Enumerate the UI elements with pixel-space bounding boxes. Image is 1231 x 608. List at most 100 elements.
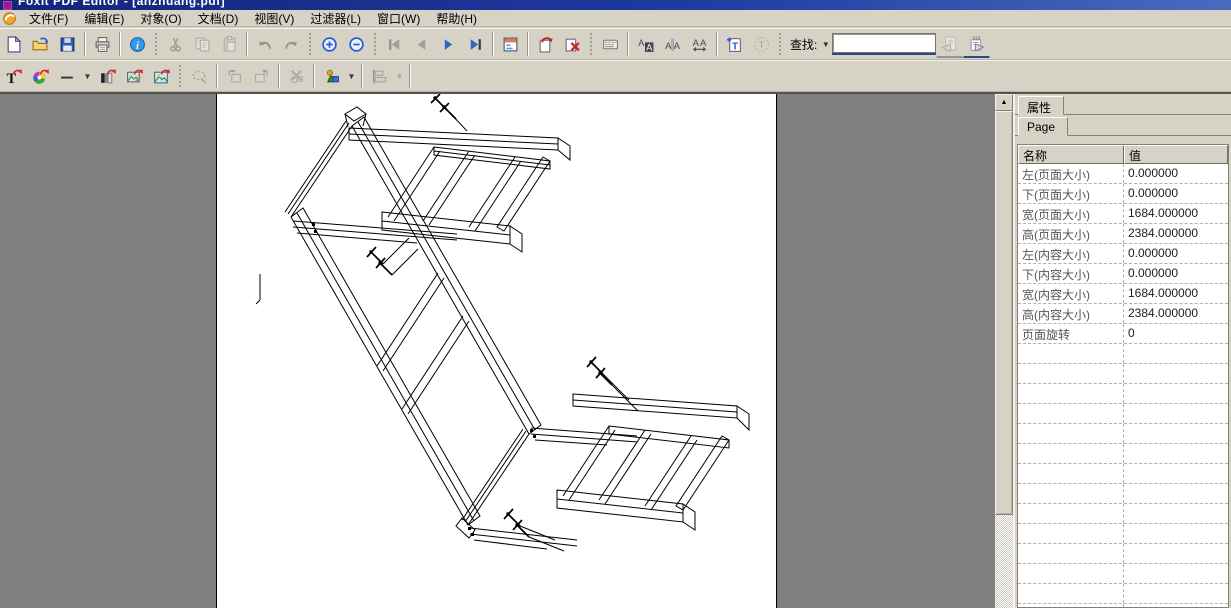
property-value: 0 — [1124, 324, 1228, 343]
bring-forward-button — [221, 63, 248, 89]
property-row[interactable]: 页面旋转0 — [1018, 324, 1228, 344]
find-history-arrow[interactable]: ▼ — [819, 31, 832, 57]
menu-编辑[interactable]: 编辑(E) — [76, 11, 132, 27]
document-menu-icon[interactable] — [2, 11, 17, 26]
property-row[interactable] — [1018, 564, 1228, 584]
property-row[interactable] — [1018, 484, 1228, 504]
tab-page[interactable]: Page — [1018, 117, 1068, 136]
property-row[interactable]: 宽(页面大小)1684.000000 — [1018, 204, 1228, 224]
redo-icon — [283, 36, 300, 53]
page-thumbnails-button[interactable] — [497, 31, 524, 57]
property-row[interactable] — [1018, 604, 1228, 608]
open-document-button[interactable] — [27, 31, 54, 57]
toolbar-drag-handle[interactable] — [589, 32, 594, 56]
line-style-button[interactable] — [54, 63, 81, 89]
property-row[interactable] — [1018, 524, 1228, 544]
font-width-button[interactable]: AA — [659, 31, 686, 57]
property-row[interactable] — [1018, 464, 1228, 484]
property-value — [1124, 524, 1228, 543]
property-row[interactable]: 宽(内容大小)1684.000000 — [1018, 284, 1228, 304]
work-area: ▲ 属性 Page 名称 值 左(页面大小)0.000000下(页面大小)0.0… — [0, 92, 1231, 608]
property-row[interactable]: 下(内容大小)0.000000 — [1018, 264, 1228, 284]
property-row[interactable] — [1018, 544, 1228, 564]
document-info-button[interactable]: i — [124, 31, 151, 57]
fill-style-button[interactable] — [94, 63, 121, 89]
menu-窗口[interactable]: 窗口(W) — [369, 11, 428, 27]
menu-文档[interactable]: 文档(D) — [190, 11, 247, 27]
vertical-scrollbar-track[interactable]: ▲ — [995, 94, 1013, 608]
print-button[interactable] — [89, 31, 116, 57]
toolbar-drag-handle[interactable] — [154, 32, 159, 56]
find-input[interactable] — [832, 33, 936, 53]
property-row[interactable] — [1018, 404, 1228, 424]
panel-tab-strip: 属性 — [1015, 94, 1231, 115]
last-page-button[interactable] — [462, 31, 489, 57]
grid-header-name[interactable]: 名称 — [1018, 145, 1124, 164]
toolbar-drag-handle[interactable] — [373, 32, 378, 56]
junction-marker — [533, 435, 536, 438]
property-row[interactable] — [1018, 504, 1228, 524]
property-value — [1124, 484, 1228, 503]
insert-shape-options-arrow[interactable]: ▼ — [345, 63, 358, 89]
align-objects-button — [366, 63, 393, 89]
next-page-button[interactable] — [435, 31, 462, 57]
property-name — [1018, 384, 1124, 403]
property-value: 0.000000 — [1124, 244, 1228, 263]
property-value — [1124, 344, 1228, 363]
svg-text:A: A — [646, 42, 652, 52]
grid-header-value[interactable]: 值 — [1124, 145, 1228, 164]
delete-page-icon — [564, 36, 581, 53]
property-row[interactable] — [1018, 344, 1228, 364]
zoom-in-button[interactable] — [316, 31, 343, 57]
insert-shape-button[interactable] — [318, 63, 345, 89]
menu-视图[interactable]: 视图(V) — [246, 11, 302, 27]
property-row[interactable]: 高(页面大小)2384.000000 — [1018, 224, 1228, 244]
save-document-button[interactable] — [54, 31, 81, 57]
property-row[interactable] — [1018, 364, 1228, 384]
property-name — [1018, 404, 1124, 423]
new-document-button[interactable] — [0, 31, 27, 57]
property-row[interactable] — [1018, 424, 1228, 444]
toolbar-drag-handle[interactable] — [778, 32, 783, 56]
find-next-button[interactable]: 010 — [963, 30, 990, 58]
tab-properties[interactable]: 属性 — [1018, 96, 1064, 115]
menu-文件[interactable]: 文件(F) — [21, 11, 76, 27]
toolbar-drag-handle[interactable] — [308, 32, 313, 56]
property-row[interactable] — [1018, 584, 1228, 604]
document-view[interactable] — [0, 94, 995, 608]
property-row[interactable] — [1018, 444, 1228, 464]
edit-text-button[interactable]: T — [0, 63, 27, 89]
property-name: 左(内容大小) — [1018, 244, 1124, 263]
property-row[interactable]: 高(内容大小)2384.000000 — [1018, 304, 1228, 324]
rotate-page-button[interactable] — [532, 31, 559, 57]
delete-page-button[interactable] — [559, 31, 586, 57]
property-row[interactable] — [1018, 384, 1228, 404]
pdf-page[interactable] — [216, 94, 777, 608]
edit-image-button[interactable] — [121, 63, 148, 89]
property-row[interactable]: 左(页面大小)0.000000 — [1018, 164, 1228, 184]
toolbar-drag-handle[interactable] — [178, 64, 183, 88]
svg-text:T: T — [732, 41, 739, 52]
scroll-up-button[interactable]: ▲ — [995, 94, 1013, 111]
edit-color-button[interactable] — [27, 63, 54, 89]
line-style-options-arrow[interactable]: ▼ — [81, 63, 94, 89]
replace-image-button[interactable] — [148, 63, 175, 89]
scrollbar-thumb[interactable] — [995, 111, 1013, 515]
drawing-path — [383, 238, 418, 275]
menu-对象[interactable]: 对象(O) — [132, 11, 189, 27]
toolbar-separator — [361, 64, 363, 88]
font-embed-button[interactable]: AA — [632, 31, 659, 57]
virtual-keyboard-button[interactable] — [597, 31, 624, 57]
cad-frame-drawing — [217, 94, 778, 608]
title-bar: Foxit PDF Editor - [anzhuang.pdf] — [0, 0, 1231, 10]
drawing-path — [609, 426, 729, 448]
zoom-out-button[interactable] — [343, 31, 370, 57]
delete-object-icon — [288, 68, 305, 85]
menu-过滤器[interactable]: 过滤器(L) — [302, 11, 369, 27]
property-row[interactable]: 下(页面大小)0.000000 — [1018, 184, 1228, 204]
property-row[interactable]: 左(内容大小)0.000000 — [1018, 244, 1228, 264]
add-text-button[interactable]: T — [721, 31, 748, 57]
font-spacing-button[interactable]: AA — [686, 31, 713, 57]
properties-panel: 属性 Page 名称 值 左(页面大小)0.000000下(页面大小)0.000… — [1013, 94, 1231, 608]
menu-帮助[interactable]: 帮助(H) — [428, 11, 485, 27]
